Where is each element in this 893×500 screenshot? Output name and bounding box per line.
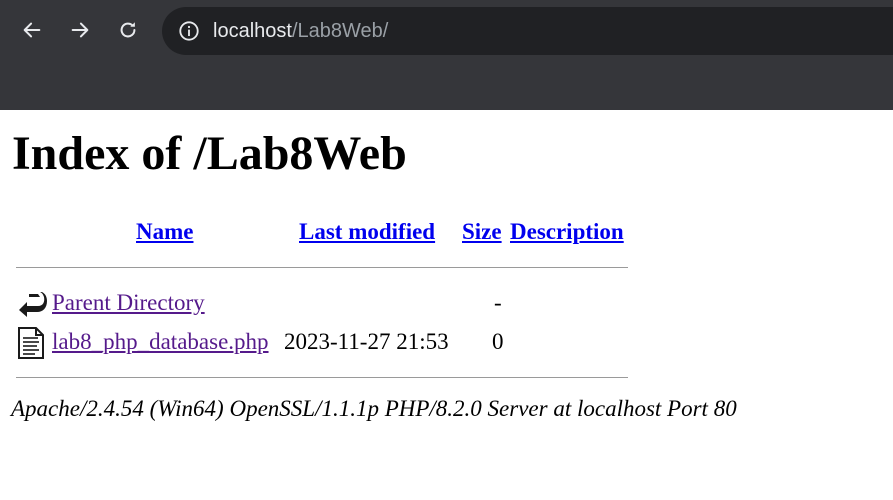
info-icon[interactable] (178, 20, 200, 42)
column-header-last-modified: Last modified (299, 219, 435, 245)
url-host: localhost (213, 20, 292, 42)
server-signature: Apache/2.4.54 (Win64) OpenSSL/1.1.1p PHP… (11, 396, 737, 421)
forward-arrow-icon (71, 22, 89, 38)
column-header-name: Name (136, 219, 193, 245)
size-cell: 0 (492, 329, 504, 354)
reload-button[interactable] (110, 12, 146, 48)
reload-icon (120, 22, 136, 38)
address-bar[interactable]: localhost/Lab8Web/ (162, 7, 893, 55)
sort-by-size-link[interactable]: Size (462, 219, 502, 244)
url-text[interactable]: localhost/Lab8Web/ (213, 18, 388, 44)
size-cell: - (494, 290, 502, 315)
sort-by-description-link[interactable]: Description (510, 219, 624, 244)
back-arrow-icon (23, 22, 41, 38)
header-divider (16, 267, 628, 268)
browser-chrome: localhost/Lab8Web/ (0, 0, 893, 110)
back-folder-icon (19, 292, 47, 317)
file-link[interactable]: lab8_php_database.php (52, 329, 269, 355)
column-header-size: Size (462, 219, 502, 245)
page-title: Index of /Lab8Web (12, 127, 407, 180)
back-button[interactable] (14, 12, 50, 48)
forward-button[interactable] (62, 12, 98, 48)
column-header-description: Description (510, 219, 624, 245)
last-modified-cell: 2023-11-27 21:53 (284, 329, 449, 354)
sort-by-last-modified-link[interactable]: Last modified (299, 219, 435, 244)
sort-by-name-link[interactable]: Name (136, 219, 193, 244)
browser-toolbar: localhost/Lab8Web/ (0, 0, 893, 62)
bookmarks-bar (0, 62, 893, 110)
footer-divider (16, 377, 628, 378)
url-path: /Lab8Web/ (291, 20, 389, 42)
text-file-icon (18, 327, 44, 359)
parent-directory-link[interactable]: Parent Directory (52, 290, 205, 316)
